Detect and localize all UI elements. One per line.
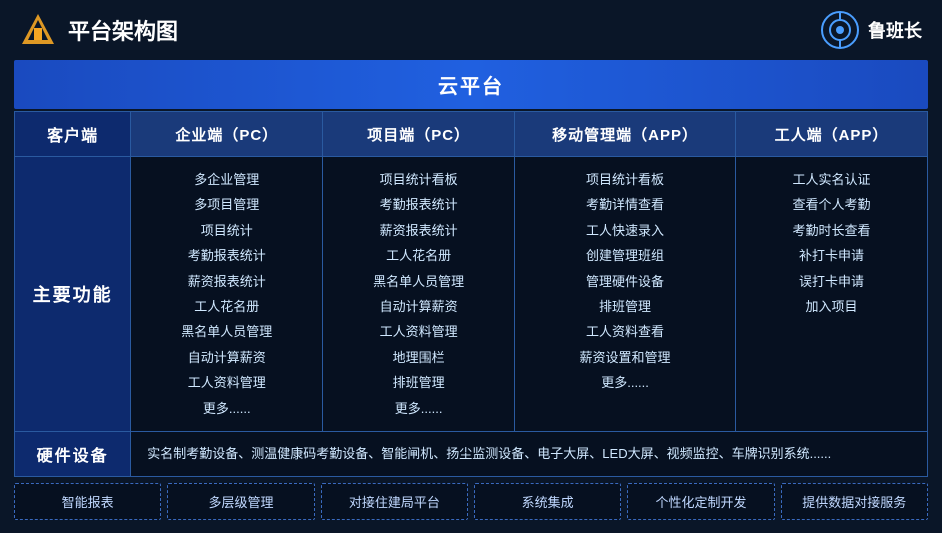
col-mobile: 移动管理端（APP） — [515, 112, 736, 157]
service-item-3: 系统集成 — [474, 483, 621, 520]
enterprise-feature-list: 多企业管理 多项目管理 项目统计 考勤报表统计 薪资报表统计 工人花名册 黑名单… — [143, 167, 310, 421]
service-item-4: 个性化定制开发 — [627, 483, 774, 520]
list-item: 考勤报表统计 — [143, 243, 310, 268]
list-item: 薪资报表统计 — [143, 269, 310, 294]
list-item: 工人花名册 — [143, 294, 310, 319]
list-item: 工人资料管理 — [335, 319, 502, 344]
list-item: 黑名单人员管理 — [335, 269, 502, 294]
service-item-0: 智能报表 — [14, 483, 161, 520]
service-item-2: 对接住建局平台 — [321, 483, 468, 520]
list-item: 加入项目 — [748, 294, 915, 319]
project-feature-list: 项目统计看板 考勤报表统计 薪资报表统计 工人花名册 黑名单人员管理 自动计算薪… — [335, 167, 502, 421]
list-item: 误打卡申请 — [748, 269, 915, 294]
cloud-platform-banner: 云平台 — [14, 60, 928, 109]
list-item: 工人花名册 — [335, 243, 502, 268]
logo-icon — [20, 12, 56, 48]
hardware-content: 实名制考勤设备、测温健康码考勤设备、智能闸机、扬尘监测设备、电子大屏、LED大屏… — [131, 431, 928, 476]
mobile-feature-list: 项目统计看板 考勤详情查看 工人快速录入 创建管理班组 管理硬件设备 排班管理 … — [527, 167, 723, 396]
hardware-label: 硬件设备 — [15, 431, 131, 476]
list-item: 自动计算薪资 — [143, 345, 310, 370]
list-item: 薪资报表统计 — [335, 218, 502, 243]
list-item: 更多...... — [335, 396, 502, 421]
list-item: 工人资料查看 — [527, 319, 723, 344]
page-title: 平台架构图 — [68, 14, 178, 46]
list-item: 考勤报表统计 — [335, 192, 502, 217]
list-item: 项目统计 — [143, 218, 310, 243]
list-item: 更多...... — [143, 396, 310, 421]
service-item-5: 提供数据对接服务 — [781, 483, 928, 520]
list-item: 考勤时长查看 — [748, 218, 915, 243]
list-item: 薪资设置和管理 — [527, 345, 723, 370]
platform-table: 客户端 企业端（PC） 项目端（PC） 移动管理端（APP） 工人端（APP） … — [14, 111, 928, 477]
list-item: 地理围栏 — [335, 345, 502, 370]
list-item: 管理硬件设备 — [527, 269, 723, 294]
list-item: 多企业管理 — [143, 167, 310, 192]
col-enterprise: 企业端（PC） — [131, 112, 323, 157]
list-item: 黑名单人员管理 — [143, 319, 310, 344]
brand-icon — [820, 10, 860, 50]
header: 平台架构图 鲁班长 — [0, 0, 942, 60]
list-item: 考勤详情查看 — [527, 192, 723, 217]
list-item: 项目统计看板 — [335, 167, 502, 192]
service-row: 智能报表 多层级管理 对接住建局平台 系统集成 个性化定制开发 提供数据对接服务 — [14, 483, 928, 520]
list-item: 查看个人考勤 — [748, 192, 915, 217]
col-project: 项目端（PC） — [323, 112, 515, 157]
worker-features: 工人实名认证 查看个人考勤 考勤时长查看 补打卡申请 误打卡申请 加入项目 — [736, 157, 928, 432]
main-features-label: 主要功能 — [15, 157, 131, 432]
worker-feature-list: 工人实名认证 查看个人考勤 考勤时长查看 补打卡申请 误打卡申请 加入项目 — [748, 167, 915, 319]
list-item: 工人资料管理 — [143, 370, 310, 395]
list-item: 工人快速录入 — [527, 218, 723, 243]
service-item-1: 多层级管理 — [167, 483, 314, 520]
list-item: 更多...... — [527, 370, 723, 395]
brand-name: 鲁班长 — [868, 17, 922, 43]
list-item: 自动计算薪资 — [335, 294, 502, 319]
enterprise-features: 多企业管理 多项目管理 项目统计 考勤报表统计 薪资报表统计 工人花名册 黑名单… — [131, 157, 323, 432]
brand: 鲁班长 — [820, 10, 922, 50]
list-item: 工人实名认证 — [748, 167, 915, 192]
col-worker: 工人端（APP） — [736, 112, 928, 157]
list-item: 排班管理 — [527, 294, 723, 319]
list-item: 项目统计看板 — [527, 167, 723, 192]
list-item: 排班管理 — [335, 370, 502, 395]
list-item: 创建管理班组 — [527, 243, 723, 268]
mobile-features: 项目统计看板 考勤详情查看 工人快速录入 创建管理班组 管理硬件设备 排班管理 … — [515, 157, 736, 432]
header-left: 平台架构图 — [20, 12, 178, 48]
list-item: 多项目管理 — [143, 192, 310, 217]
main-content: 云平台 客户端 企业端（PC） 项目端（PC） 移动管理端（APP） 工人端（A… — [0, 60, 942, 528]
project-features: 项目统计看板 考勤报表统计 薪资报表统计 工人花名册 黑名单人员管理 自动计算薪… — [323, 157, 515, 432]
list-item: 补打卡申请 — [748, 243, 915, 268]
col-client: 客户端 — [15, 112, 131, 157]
